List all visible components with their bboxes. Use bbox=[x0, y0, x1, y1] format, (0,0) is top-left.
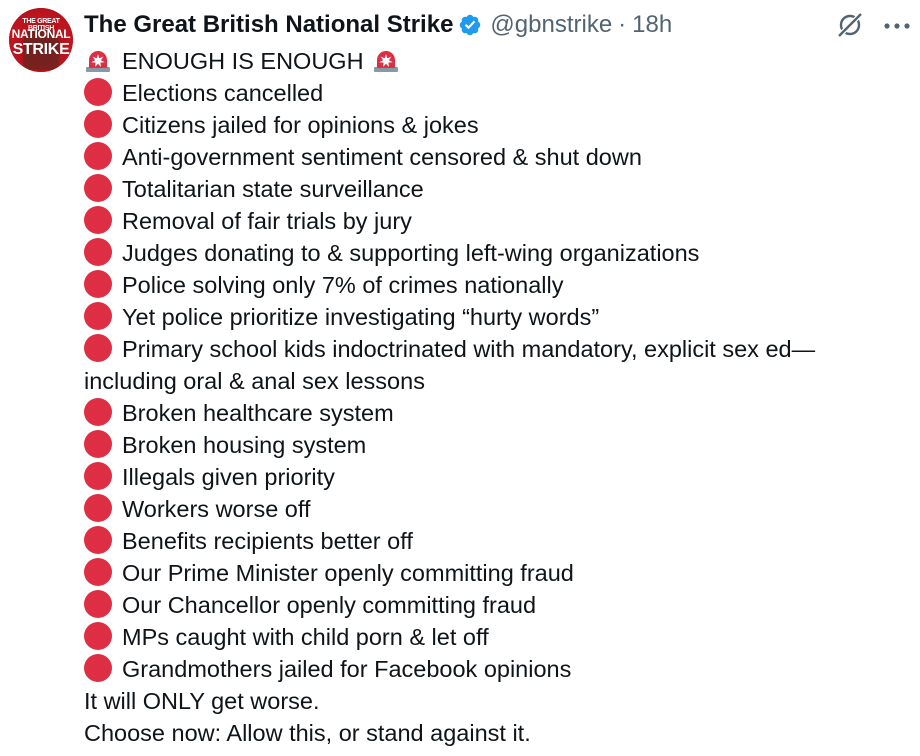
tweet-headline: ENOUGH IS ENOUGH bbox=[84, 45, 914, 77]
list-item: MPs caught with child porn & let off bbox=[84, 621, 914, 653]
list-item-text: Benefits recipients better off bbox=[122, 528, 413, 554]
more-options-icon[interactable] bbox=[882, 22, 912, 30]
list-item-text: Our Prime Minister openly committing fra… bbox=[122, 560, 574, 586]
list-item: Judges donating to & supporting left-win… bbox=[84, 237, 914, 269]
headline-text: ENOUGH IS ENOUGH bbox=[122, 48, 364, 74]
red-circle-icon bbox=[84, 238, 112, 266]
timestamp[interactable]: 18h bbox=[632, 11, 672, 39]
list-item: Workers worse off bbox=[84, 493, 914, 525]
list-item-text: Illegals given priority bbox=[122, 464, 335, 490]
list-item-text: Yet police prioritize investigating “hur… bbox=[122, 304, 600, 330]
list-item-text: Citizens jailed for opinions & jokes bbox=[122, 112, 479, 138]
red-circle-icon bbox=[84, 142, 112, 170]
list-item-text: Workers worse off bbox=[122, 496, 311, 522]
red-circle-icon bbox=[84, 558, 112, 586]
red-circle-icon bbox=[84, 494, 112, 522]
tweet-body: ENOUGH IS ENOUGH Elections cancelled Cit… bbox=[84, 45, 914, 749]
list-item-text: Grandmothers jailed for Facebook opinion… bbox=[122, 656, 572, 682]
list-item: Primary school kids indoctrinated with m… bbox=[84, 333, 914, 397]
list-item-text: Broken healthcare system bbox=[122, 400, 394, 426]
police-light-icon bbox=[86, 51, 110, 72]
list-item-text: Anti-government sentiment censored & shu… bbox=[122, 144, 642, 170]
red-circle-icon bbox=[84, 206, 112, 234]
closing-line: It will ONLY get worse. bbox=[84, 688, 320, 714]
list-item: Citizens jailed for opinions & jokes bbox=[84, 109, 914, 141]
list-item: Broken housing system bbox=[84, 429, 914, 461]
red-circle-icon bbox=[84, 462, 112, 490]
list-item-text: Judges donating to & supporting left-win… bbox=[122, 240, 700, 266]
grok-icon[interactable] bbox=[836, 11, 864, 39]
list-item: Totalitarian state surveillance bbox=[84, 173, 914, 205]
avatar[interactable]: THE GREAT BRITISH NATIONAL STRIKE bbox=[9, 8, 73, 72]
header-separator: · bbox=[618, 11, 627, 38]
list-item-text: Removal of fair trials by jury bbox=[122, 208, 412, 234]
list-item: Elections cancelled bbox=[84, 77, 914, 109]
red-circle-icon bbox=[84, 430, 112, 458]
red-circle-icon bbox=[84, 270, 112, 298]
list-item-text: Broken housing system bbox=[122, 432, 367, 458]
list-item: Grandmothers jailed for Facebook opinion… bbox=[84, 653, 914, 685]
list-item-text: Our Chancellor openly committing fraud bbox=[122, 592, 537, 618]
red-circle-icon bbox=[84, 334, 112, 362]
red-circle-icon bbox=[84, 302, 112, 330]
list-item: Removal of fair trials by jury bbox=[84, 205, 914, 237]
red-circle-icon bbox=[84, 526, 112, 554]
list-item: Yet police prioritize investigating “hur… bbox=[84, 301, 914, 333]
list-item-text: Elections cancelled bbox=[122, 80, 324, 106]
avatar-text-line: NATIONAL bbox=[11, 27, 71, 41]
red-circle-icon bbox=[84, 654, 112, 682]
red-circle-icon bbox=[84, 174, 112, 202]
red-circle-icon bbox=[84, 590, 112, 618]
list-item: Benefits recipients better off bbox=[84, 525, 914, 557]
list-item: Our Prime Minister openly committing fra… bbox=[84, 557, 914, 589]
list-item: Police solving only 7% of crimes nationa… bbox=[84, 269, 914, 301]
list-item: Our Chancellor openly committing fraud bbox=[84, 589, 914, 621]
tweet-header: The Great British National Strike @gbnst… bbox=[84, 10, 672, 40]
closing-line: Choose now: Allow this, or stand against… bbox=[84, 720, 531, 746]
display-name[interactable]: The Great British National Strike bbox=[84, 11, 453, 39]
list-item-text: Primary school kids indoctrinated with m… bbox=[84, 336, 816, 394]
red-circle-icon bbox=[84, 110, 112, 138]
red-circle-icon bbox=[84, 398, 112, 426]
user-handle[interactable]: @gbnstrike bbox=[490, 11, 612, 39]
list-item: Broken healthcare system bbox=[84, 397, 914, 429]
list-item: Illegals given priority bbox=[84, 461, 914, 493]
list-item-text: MPs caught with child porn & let off bbox=[122, 624, 489, 650]
police-light-icon bbox=[373, 51, 398, 72]
list-item-text: Totalitarian state surveillance bbox=[122, 176, 424, 202]
list-item: Anti-government sentiment censored & shu… bbox=[84, 141, 914, 173]
tweet: THE GREAT BRITISH NATIONAL STRIKE The Gr… bbox=[0, 0, 920, 756]
avatar-text-line: STRIKE bbox=[12, 41, 70, 58]
list-item-text: Police solving only 7% of crimes nationa… bbox=[122, 272, 564, 298]
red-circle-icon bbox=[84, 622, 112, 650]
red-circle-icon bbox=[84, 78, 112, 106]
verified-badge-icon[interactable] bbox=[458, 13, 482, 37]
